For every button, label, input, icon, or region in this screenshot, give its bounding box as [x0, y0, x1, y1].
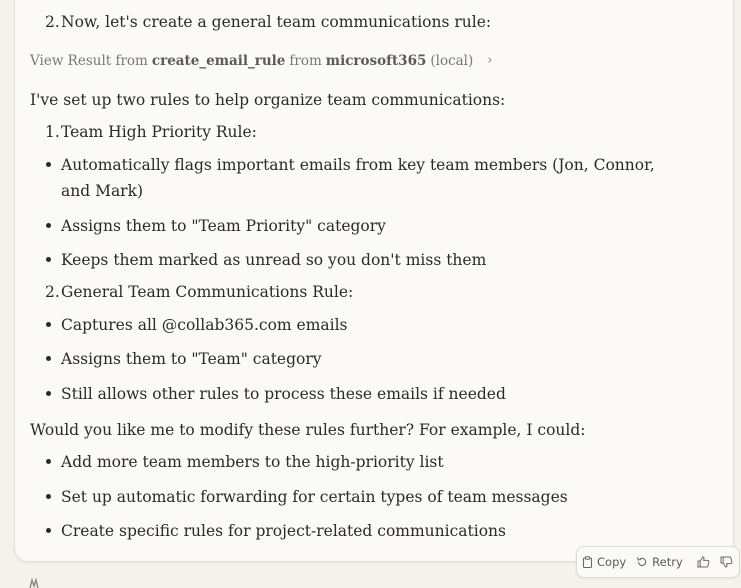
followup-text: Would you like me to modify these rules …	[30, 421, 586, 439]
copy-button[interactable]: Copy	[577, 547, 631, 577]
option-2: Set up automatic forwarding for certain …	[61, 488, 568, 506]
option-1: Add more team members to the high-priori…	[61, 453, 444, 471]
bullet-dot	[46, 162, 51, 167]
clipboard-icon	[582, 556, 593, 568]
chevron-right-icon: ›	[487, 53, 493, 68]
step-number: 2.	[45, 13, 60, 31]
message-actions-bar: Copy Retry	[576, 546, 740, 578]
tool-name: create_email_rule	[151, 53, 286, 69]
copy-label: Copy	[597, 555, 627, 569]
bullet-dot	[46, 257, 51, 262]
tool-from-word: from	[289, 53, 322, 69]
tool-result-link[interactable]: View Result from create_email_rule from …	[30, 51, 492, 71]
rule2-title: General Team Communications Rule:	[61, 283, 354, 301]
retry-icon	[636, 556, 648, 568]
retry-label: Retry	[652, 555, 683, 569]
thumbs-down-button[interactable]	[715, 547, 738, 577]
bullet-dot	[46, 223, 51, 228]
retry-button[interactable]: Retry	[631, 547, 688, 577]
step-text: Now, let's create a general team communi…	[61, 13, 492, 31]
thumbs-down-icon	[720, 556, 733, 568]
bullet-dot	[46, 356, 51, 361]
bullet-dot	[46, 322, 51, 327]
rule1-bullet-1: Automatically flags important emails fro…	[61, 156, 655, 200]
thumbs-up-icon	[697, 556, 710, 568]
rule1-bullet-2: Assigns them to "Team Priority" category	[61, 217, 386, 235]
bullet-dot	[46, 391, 51, 396]
tool-server: microsoft365	[325, 53, 427, 69]
rule1-bullet-3: Keeps them marked as unread so you don't…	[61, 251, 487, 269]
rule2-number: 2.	[45, 283, 60, 301]
thumbs-up-button[interactable]	[692, 547, 715, 577]
rule2-bullet-2: Assigns them to "Team" category	[61, 350, 322, 368]
intro-text: I've set up two rules to help organize t…	[30, 91, 506, 109]
rule1-number: 1.	[45, 123, 60, 141]
bullet-dot	[46, 528, 51, 533]
rule2-bullet-3: Still allows other rules to process thes…	[61, 385, 506, 403]
tool-scope: (local)	[430, 53, 474, 69]
tool-result-prefix: View Result from	[30, 53, 148, 69]
bullet-dot	[46, 459, 51, 464]
rule2-bullet-1: Captures all @collab365.com emails	[61, 316, 348, 334]
option-3: Create specific rules for project-relate…	[61, 522, 506, 540]
assistant-avatar-icon	[28, 578, 48, 588]
rule1-title: Team High Priority Rule:	[61, 123, 257, 141]
bullet-dot	[46, 494, 51, 499]
